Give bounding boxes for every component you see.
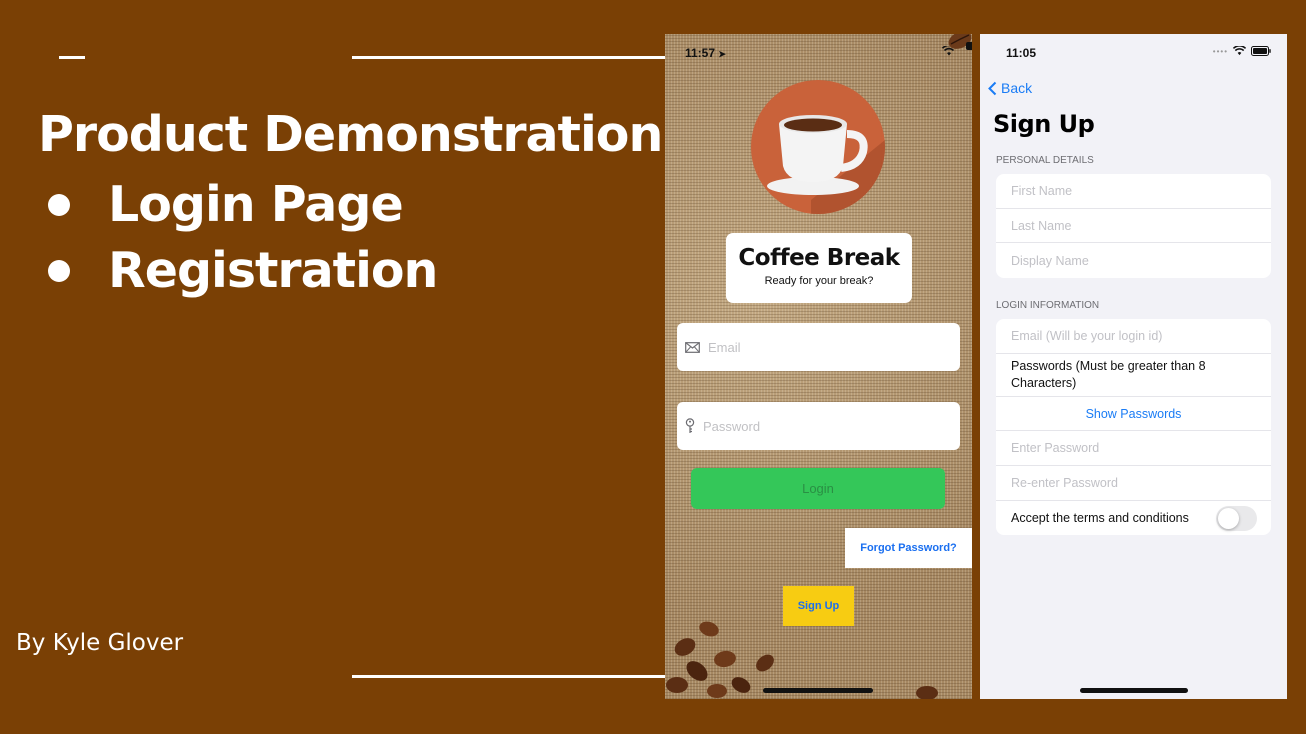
- bullet-dot-icon: [48, 194, 70, 216]
- slide-title: Product Demonstration: [38, 106, 663, 163]
- display-name-field[interactable]: Display Name: [996, 243, 1271, 278]
- page-title: Sign Up: [993, 110, 1095, 138]
- signal-dots-icon: ••••: [1212, 46, 1228, 56]
- bullet-dot-icon: [48, 260, 70, 282]
- personal-details-header: PERSONAL DETAILS: [996, 155, 1094, 166]
- back-button[interactable]: Back: [988, 80, 1032, 96]
- slide-bullet-list: Login Page Registration: [44, 172, 438, 304]
- bullet-text: Registration: [108, 242, 438, 299]
- top-rule-line: [352, 56, 666, 59]
- login-information-header: LOGIN INFORMATION: [996, 300, 1100, 311]
- personal-details-group: First Name Last Name Display Name: [996, 174, 1271, 279]
- coffee-bean-decoration: [948, 34, 972, 50]
- status-time: 11:05: [1006, 46, 1037, 60]
- login-screen: 11:57 ➤ Coffee Break Ready for your brea…: [665, 34, 972, 699]
- password-placeholder: Password: [703, 418, 761, 434]
- signup-screen: 11:05 •••• Back Sign Up PERSONAL DETAILS…: [980, 34, 1287, 699]
- key-icon: [685, 418, 695, 433]
- email-field[interactable]: Email (Will be your login id): [996, 319, 1271, 354]
- email-input[interactable]: Email: [677, 323, 960, 371]
- coffee-cup-icon: [767, 115, 885, 214]
- brand-title: Coffee Break: [738, 245, 900, 271]
- coffee-bean-decoration: [916, 686, 938, 699]
- reenter-password-field[interactable]: Re-enter Password: [996, 466, 1271, 501]
- terms-label: Accept the terms and conditions: [1011, 511, 1189, 526]
- enter-password-field[interactable]: Enter Password: [996, 431, 1271, 467]
- bullet-item: Registration: [44, 238, 438, 304]
- coffee-beans-decoration: [666, 621, 774, 698]
- title-dash-decoration: [59, 56, 85, 59]
- wifi-icon: [1233, 46, 1246, 56]
- status-icons: ••••: [1213, 46, 1271, 56]
- first-name-field[interactable]: First Name: [996, 174, 1271, 209]
- sign-up-button[interactable]: Sign Up: [783, 586, 854, 626]
- home-indicator: [763, 688, 873, 693]
- battery-icon: [1251, 46, 1271, 56]
- terms-toggle[interactable]: [1216, 505, 1257, 531]
- terms-row: Accept the terms and conditions: [996, 501, 1271, 536]
- home-indicator: [1080, 688, 1188, 693]
- brand-subtitle: Ready for your break?: [764, 275, 874, 287]
- forgot-password-button[interactable]: Forgot Password?: [845, 528, 972, 568]
- location-arrow-icon: ➤: [718, 49, 726, 59]
- bullet-text: Login Page: [108, 176, 404, 233]
- coffee-logo: [751, 80, 885, 214]
- last-name-field[interactable]: Last Name: [996, 209, 1271, 244]
- password-rules-label: Passwords (Must be greater than 8 Charac…: [996, 354, 1271, 397]
- password-input[interactable]: Password: [677, 402, 960, 450]
- toggle-knob: [1218, 507, 1239, 529]
- status-time: 11:57 ➤: [685, 46, 726, 60]
- bottom-rule-line: [352, 675, 666, 678]
- bullet-item: Login Page: [44, 172, 437, 238]
- author-credit: By Kyle Glover: [16, 630, 184, 656]
- login-button[interactable]: Login: [691, 468, 945, 509]
- envelope-icon: [685, 341, 700, 353]
- show-passwords-button[interactable]: Show Passwords: [996, 397, 1271, 432]
- email-placeholder: Email: [708, 339, 741, 355]
- back-label: Back: [1001, 80, 1033, 96]
- chevron-left-icon: [988, 81, 997, 95]
- login-information-group: Email (Will be your login id) Passwords …: [996, 319, 1271, 536]
- brand-card: Coffee Break Ready for your break?: [726, 233, 912, 303]
